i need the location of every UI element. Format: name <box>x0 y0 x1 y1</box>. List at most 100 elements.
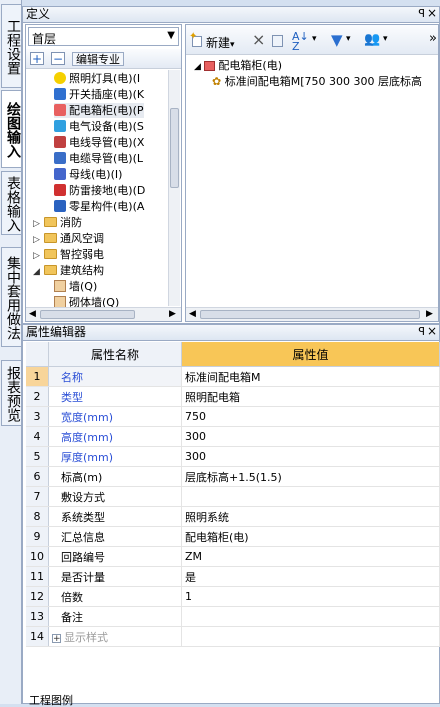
property-row[interactable]: 6 标高(m) 层底标高+1.5(1.5) <box>26 466 440 487</box>
property-value[interactable] <box>181 626 440 647</box>
close-icon[interactable]: × <box>427 324 437 338</box>
property-value[interactable]: 1 <box>181 586 440 607</box>
new-button[interactable]: 新建▾ <box>206 34 235 51</box>
folder-label: 智控弱电 <box>60 248 104 261</box>
property-value[interactable]: 750 <box>181 406 440 427</box>
hscroll-thumb[interactable] <box>200 310 420 319</box>
folder-item[interactable]: ▷ 智控弱电 <box>32 247 104 262</box>
tree-item[interactable]: 母线(电)(I) <box>54 167 122 182</box>
vtab-5[interactable]: 报表预览 <box>1 360 21 426</box>
scroll-right-icon[interactable]: ▶ <box>169 309 176 319</box>
tree-item-label: 开关插座(电)(K <box>69 88 145 101</box>
toolbar-overflow-icon[interactable]: » <box>429 31 437 46</box>
property-value[interactable]: 照明配电箱 <box>181 386 440 407</box>
hscroll-thumb[interactable] <box>40 310 135 319</box>
lightning-icon <box>54 184 66 196</box>
chevron-down-icon: ▼ <box>167 30 175 41</box>
collapse-icon[interactable]: ◢ <box>194 62 201 72</box>
vtab-2[interactable]: 绘图输入 <box>1 90 21 168</box>
sort-icon[interactable]: A↓ Z <box>292 31 309 52</box>
property-value[interactable]: 是 <box>181 566 440 587</box>
find-icon[interactable]: 👥 <box>364 32 380 47</box>
tree-item-label: 零星构件(电)(A <box>69 200 145 213</box>
tree-item[interactable]: 电缆导管(电)(L <box>54 151 143 166</box>
scrollbar-thumb[interactable] <box>170 108 179 188</box>
tree-item[interactable]: 配电箱柜(电)(P <box>54 103 144 118</box>
property-value[interactable] <box>181 606 440 627</box>
component-root[interactable]: ◢ 配电箱柜(电) <box>194 58 282 75</box>
expand-icon[interactable]: ▷ <box>32 220 41 229</box>
property-value[interactable]: 300 <box>181 446 440 467</box>
pin-icon[interactable]: ꟼ <box>418 325 425 339</box>
tree-item[interactable]: 防雷接地(电)(D <box>54 183 145 198</box>
floor-select-value: 首层 <box>32 32 57 46</box>
property-name: 高度(mm) <box>48 426 182 447</box>
folder-item[interactable]: ▷ 通风空调 <box>32 231 104 246</box>
property-name: 汇总信息 <box>48 526 182 547</box>
scroll-right-icon[interactable]: ▶ <box>426 309 433 319</box>
find-dropdown-icon[interactable]: ▾ <box>383 34 388 44</box>
property-value[interactable]: ZM <box>181 546 440 567</box>
property-row[interactable]: 8 系统类型 照明系统 <box>26 506 440 527</box>
floor-select[interactable]: 首层 ▼ <box>28 27 179 46</box>
delete-icon[interactable]: × <box>252 30 265 49</box>
property-row[interactable]: 3 宽度(mm) 750 <box>26 406 440 427</box>
tree-item[interactable]: 照明灯具(电)(I <box>54 71 140 86</box>
sub-item[interactable]: 墙(Q) <box>54 279 97 294</box>
expand-icon[interactable]: + <box>52 633 61 643</box>
scroll-left-icon[interactable]: ◀ <box>29 309 36 319</box>
definition-panel: 定义 ꟼ × 首层 ▼ + − 编辑专业 照明灯具(电)(I 开关插座(电)(K 配… <box>22 6 440 324</box>
property-name-label: 标高(m) <box>61 470 103 484</box>
property-row[interactable]: 2 类型 照明配电箱 <box>26 386 440 407</box>
component-root-label: 配电箱柜(电) <box>218 59 283 72</box>
tree-item[interactable]: 零星构件(电)(A <box>54 199 144 214</box>
edit-specialty-button[interactable]: 编辑专业 <box>72 52 124 66</box>
expand-icon[interactable]: ▷ <box>32 252 41 261</box>
property-name-label: 汇总信息 <box>61 530 105 544</box>
sort-dropdown-icon[interactable]: ▾ <box>312 34 317 44</box>
folder-item[interactable]: ◢ 建筑结构 <box>32 263 104 278</box>
row-number: 4 <box>26 426 49 447</box>
property-value[interactable]: 标准间配电箱M <box>181 366 440 387</box>
scroll-left-icon[interactable]: ◀ <box>189 309 196 319</box>
property-name-label: 备注 <box>61 610 83 624</box>
property-value[interactable]: 层底标高+1.5(1.5) <box>181 466 440 487</box>
component-item[interactable]: ✿ 标准间配电箱M[750 300 300 层底标高 <box>212 74 422 89</box>
property-row[interactable]: 11 是否计量 是 <box>26 566 440 587</box>
property-row[interactable]: 7 敷设方式 <box>26 486 440 507</box>
property-row[interactable]: 13 备注 <box>26 606 440 627</box>
property-value[interactable] <box>181 486 440 507</box>
bottom-tab[interactable]: 工程图例 <box>29 695 73 707</box>
copy-icon[interactable] <box>272 35 283 47</box>
tree-item[interactable]: 电气设备(电)(S <box>54 119 144 134</box>
tree-hscrollbar[interactable]: ◀ ▶ <box>26 307 181 321</box>
vtab-4[interactable]: 集中套用做法 <box>1 247 21 347</box>
property-value[interactable]: 300 <box>181 426 440 447</box>
collapse-all-icon[interactable]: − <box>51 52 65 65</box>
tree-item[interactable]: 电线导管(电)(X <box>54 135 144 150</box>
property-value[interactable]: 照明系统 <box>181 506 440 527</box>
property-row[interactable]: 9 汇总信息 配电箱柜(电) <box>26 526 440 547</box>
tree-scrollbar[interactable] <box>168 70 180 306</box>
expand-all-icon[interactable]: + <box>30 52 44 65</box>
property-row[interactable]: 1 名称 标准间配电箱M <box>26 366 440 387</box>
expand-icon[interactable]: ▷ <box>32 236 41 245</box>
property-row[interactable]: 14 + 显示样式 <box>26 626 440 647</box>
vtab-1[interactable]: 工程设置 <box>1 4 21 88</box>
property-row[interactable]: 4 高度(mm) 300 <box>26 426 440 447</box>
vtab-3[interactable]: 表格输入 <box>1 171 21 235</box>
tree-toolbar: + − 编辑专业 <box>26 49 181 69</box>
property-row[interactable]: 12 倍数 1 <box>26 586 440 607</box>
close-icon[interactable]: × <box>427 6 437 20</box>
tree-item[interactable]: 开关插座(电)(K <box>54 87 144 102</box>
property-row[interactable]: 5 厚度(mm) 300 <box>26 446 440 467</box>
filter-icon[interactable]: ▼ <box>331 31 343 49</box>
pin-icon[interactable]: ꟼ <box>418 7 425 21</box>
property-row[interactable]: 10 回路编号 ZM <box>26 546 440 567</box>
component-hscrollbar[interactable]: ◀ ▶ <box>186 307 438 321</box>
property-value[interactable]: 配电箱柜(电) <box>181 526 440 547</box>
filter-dropdown-icon[interactable]: ▾ <box>346 34 351 44</box>
folder-item[interactable]: ▷ 消防 <box>32 215 82 230</box>
collapse-icon[interactable]: ◢ <box>32 268 41 277</box>
property-grid-body: 1 名称 标准间配电箱M 2 类型 照明配电箱 3 宽度(mm) 750 4 高度(mm) 300 5 厚… <box>26 366 440 647</box>
